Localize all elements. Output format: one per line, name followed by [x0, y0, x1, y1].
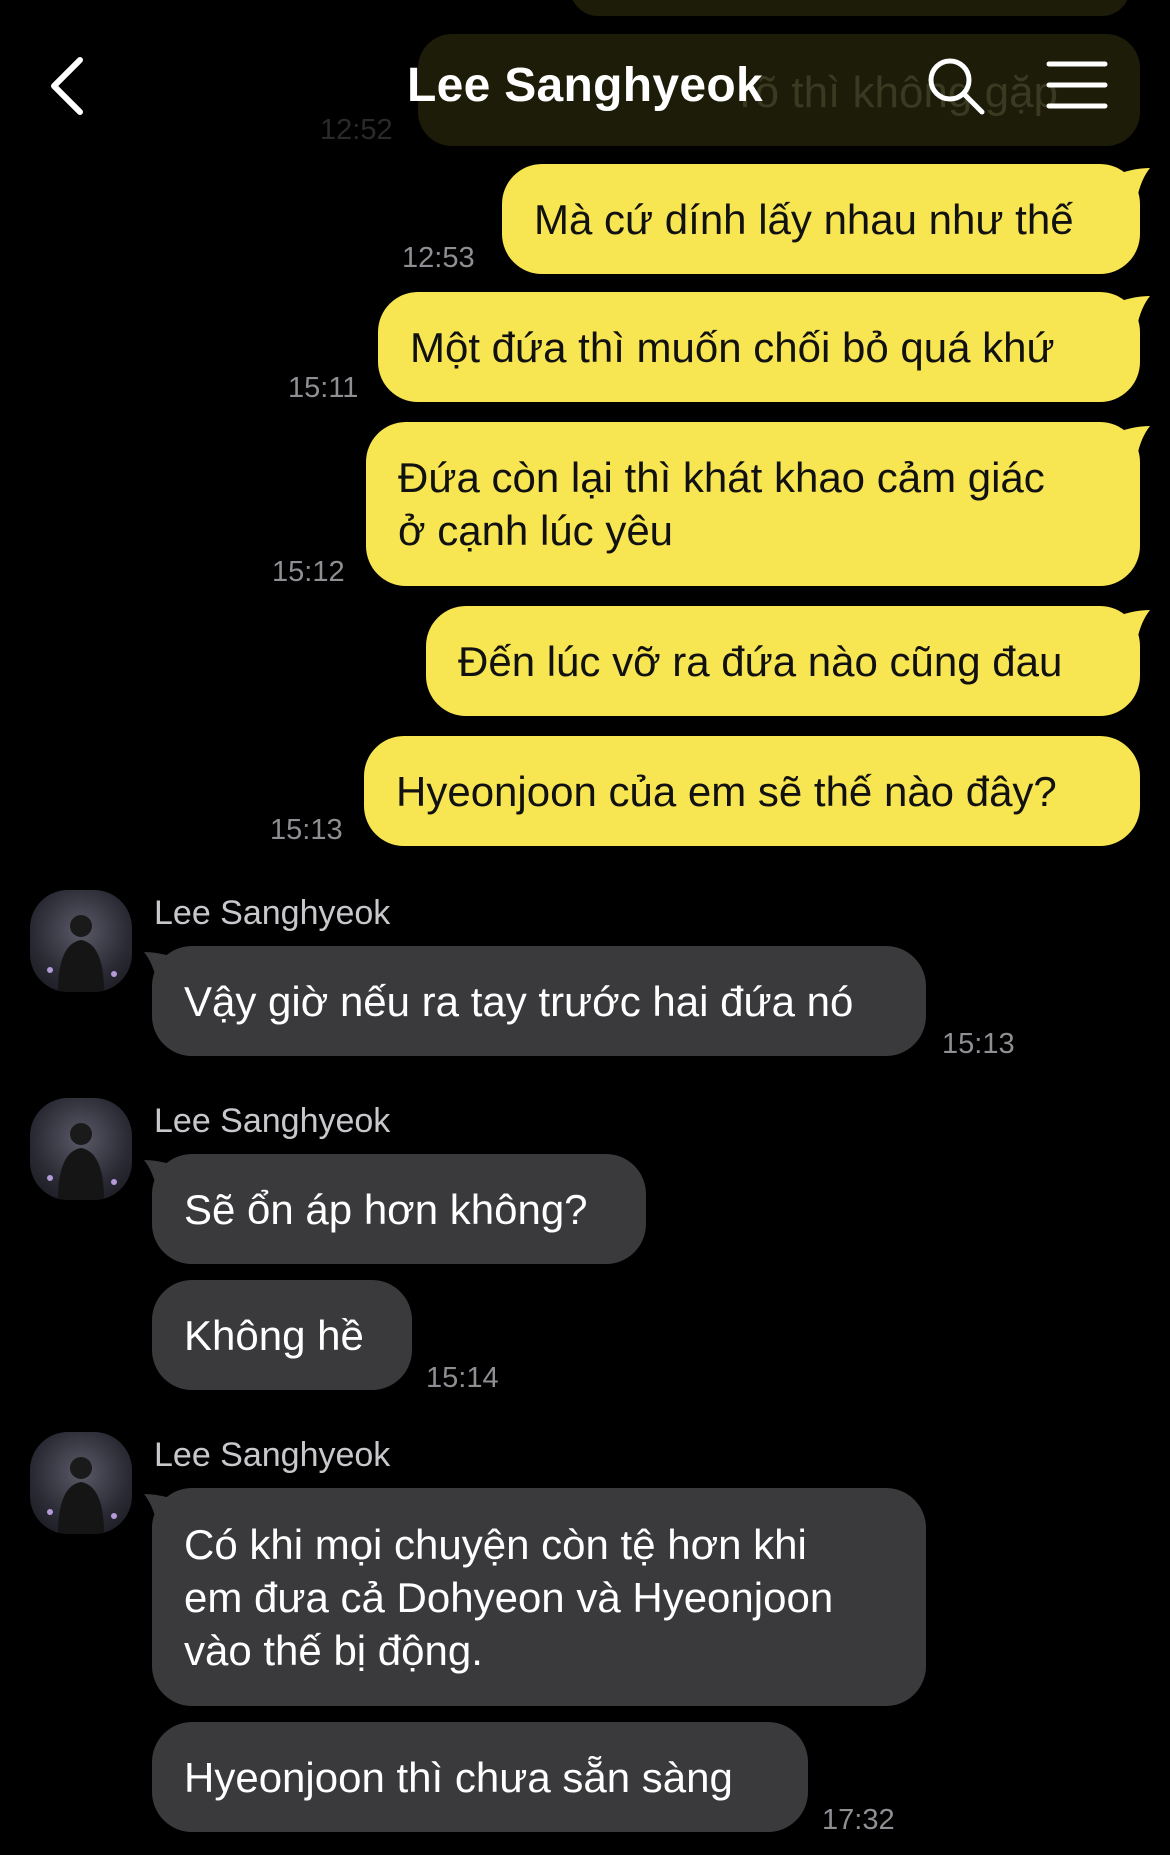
message-text: Hyeonjoon của em sẽ thế nào đây?: [396, 767, 1057, 815]
message-text-line-1: Có khi mọi chuyện còn tệ hơn khi: [184, 1520, 807, 1568]
partial-message-time: 12:52: [320, 114, 393, 146]
search-icon: [928, 58, 985, 115]
avatar-figure: [47, 1123, 117, 1200]
bubble-tail: [1124, 168, 1150, 194]
incoming-message-bubble[interactable]: Sẽ ổn áp hơn không?: [152, 1154, 646, 1264]
menu-button[interactable]: [1046, 60, 1108, 110]
incoming-message-bubble[interactable]: Vậy giờ nếu ra tay trước hai đứa nó: [152, 946, 926, 1056]
bubble-tail: [144, 952, 170, 978]
avatar[interactable]: [30, 1432, 132, 1534]
chat-title: Lee Sanghyeok: [406, 59, 764, 112]
message-time: 15:12: [272, 556, 345, 588]
avatar[interactable]: [30, 1098, 132, 1200]
outgoing-message-bubble[interactable]: Đứa còn lại thì khát khao cảm giác ở cạn…: [366, 422, 1140, 586]
message-time: 17:32: [822, 1804, 895, 1836]
message-time: 15:13: [270, 814, 343, 846]
bubble-tail: [144, 1160, 170, 1186]
message-text: Hyeonjoon thì chưa sẵn sàng: [184, 1753, 733, 1801]
message-time: 12:53: [402, 242, 475, 274]
message-text: Vậy giờ nếu ra tay trước hai đứa nó: [184, 977, 854, 1025]
sender-name: Lee Sanghyeok: [154, 1436, 391, 1474]
message-time: 15:14: [426, 1362, 499, 1394]
message-text-line-1: Đứa còn lại thì khát khao cảm giác: [398, 454, 1045, 501]
outgoing-message-bubble[interactable]: Một đứa thì muốn chối bỏ quá khứ: [378, 292, 1140, 402]
hamburger-menu-icon: [1046, 61, 1108, 109]
bubble-tail: [1124, 610, 1150, 636]
incoming-message-bubble[interactable]: Không hề: [152, 1280, 412, 1390]
message-text: Một đứa thì muốn chối bỏ quá khứ: [410, 323, 1055, 371]
avatar-figure: [47, 1457, 117, 1534]
avatar-figure: [47, 915, 117, 992]
message-text: Sẽ ổn áp hơn không?: [184, 1185, 588, 1233]
message-text-line-2: em đưa cả Dohyeon và Hyeonjoon: [184, 1573, 834, 1621]
outgoing-message-bubble[interactable]: Đến lúc vỡ ra đứa nào cũng đau: [426, 606, 1140, 716]
search-button[interactable]: [926, 56, 986, 116]
incoming-message-bubble[interactable]: Hyeonjoon thì chưa sẵn sàng: [152, 1722, 808, 1832]
message-text: Đến lúc vỡ ra đứa nào cũng đau: [458, 637, 1063, 685]
partial-message-bubble-top: [570, 0, 1130, 16]
bubble-tail: [1124, 296, 1150, 322]
message-time: 15:11: [288, 372, 359, 404]
bubble-tail: [1124, 426, 1150, 452]
sender-name: Lee Sanghyeok: [154, 894, 391, 932]
outgoing-message-bubble[interactable]: Mà cứ dính lấy nhau như thế: [502, 164, 1140, 274]
message-text-line-3: vào thế bị động.: [184, 1626, 483, 1674]
bubble-tail: [144, 1494, 170, 1520]
outgoing-message-bubble[interactable]: Hyeonjoon của em sẽ thế nào đây?: [364, 736, 1140, 846]
incoming-message-bubble[interactable]: Có khi mọi chuyện còn tệ hơn khi em đưa …: [152, 1488, 926, 1706]
message-text: Không hề: [184, 1311, 364, 1359]
avatar[interactable]: [30, 890, 132, 992]
sender-name: Lee Sanghyeok: [154, 1102, 391, 1140]
message-text: Mà cứ dính lấy nhau như thế: [534, 195, 1074, 243]
message-time: 15:13: [942, 1028, 1015, 1060]
message-text-line-2: ở cạnh lúc yêu: [398, 507, 674, 554]
